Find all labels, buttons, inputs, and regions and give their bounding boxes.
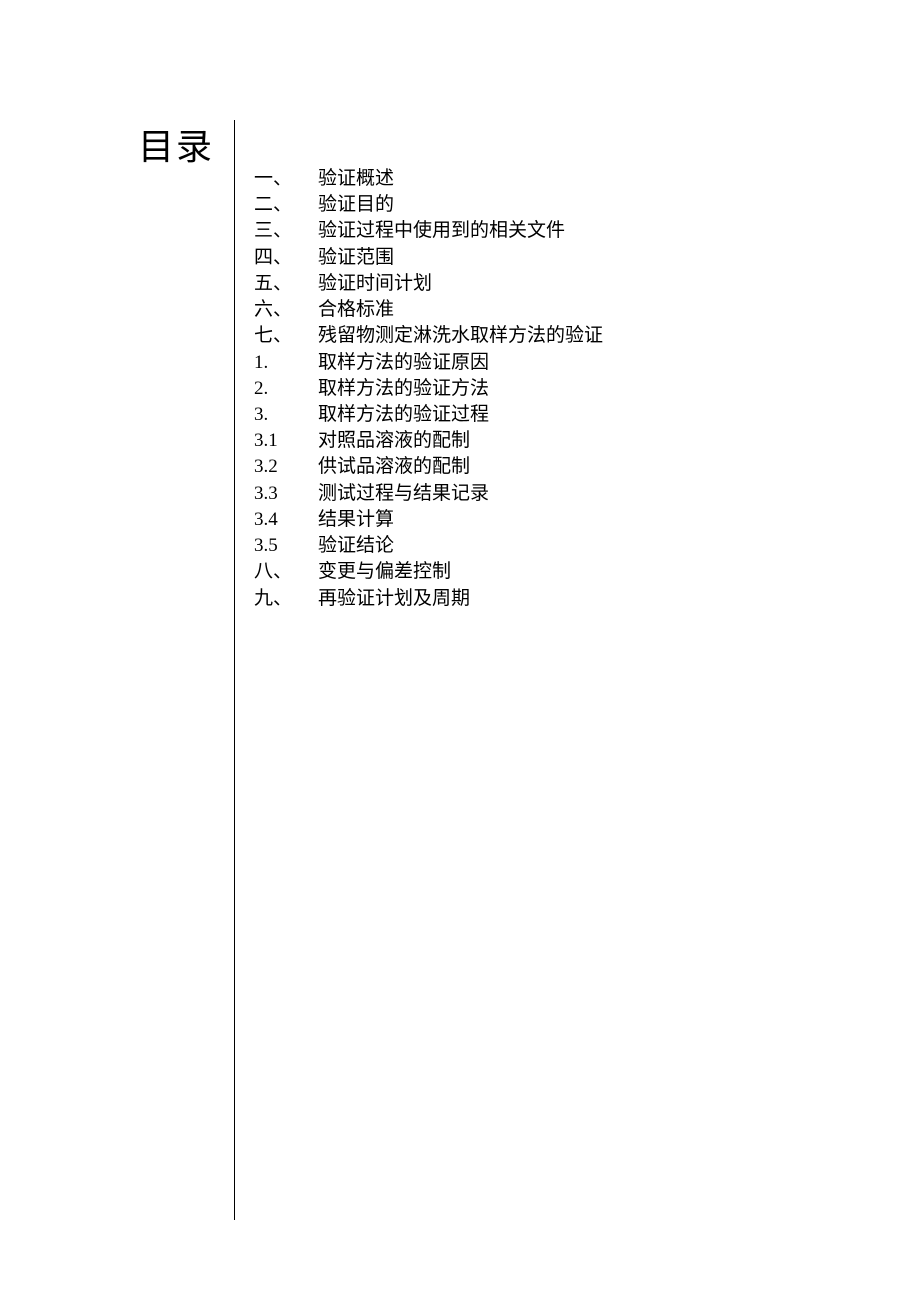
toc-item: 3.2 供试品溶液的配制 bbox=[254, 454, 603, 480]
toc-number: 3.2 bbox=[254, 454, 318, 480]
toc-text: 测试过程与结果记录 bbox=[318, 481, 489, 507]
toc-item: 3. 取样方法的验证过程 bbox=[254, 402, 603, 428]
toc-item: 1. 取样方法的验证原因 bbox=[254, 350, 603, 376]
toc-number: 六、 bbox=[254, 297, 318, 323]
toc-number: 七、 bbox=[254, 323, 318, 349]
toc-text: 取样方法的验证过程 bbox=[318, 402, 489, 428]
toc-item: 八、 变更与偏差控制 bbox=[254, 559, 603, 585]
toc-number: 一、 bbox=[254, 166, 318, 192]
toc-number: 八、 bbox=[254, 559, 318, 585]
toc-number: 3.3 bbox=[254, 481, 318, 507]
toc-text: 验证过程中使用到的相关文件 bbox=[318, 218, 565, 244]
toc-text: 供试品溶液的配制 bbox=[318, 454, 470, 480]
toc-number: 3.1 bbox=[254, 428, 318, 454]
toc-text: 取样方法的验证方法 bbox=[318, 376, 489, 402]
toc-text: 合格标准 bbox=[318, 297, 394, 323]
toc-number: 五、 bbox=[254, 271, 318, 297]
toc-item: 3.3 测试过程与结果记录 bbox=[254, 481, 603, 507]
toc-text: 验证结论 bbox=[318, 533, 394, 559]
toc-number: 三、 bbox=[254, 218, 318, 244]
toc-text: 残留物测定淋洗水取样方法的验证 bbox=[318, 323, 603, 349]
toc-text: 取样方法的验证原因 bbox=[318, 350, 489, 376]
toc-item: 七、 残留物测定淋洗水取样方法的验证 bbox=[254, 323, 603, 349]
toc-text: 变更与偏差控制 bbox=[318, 559, 451, 585]
toc-text: 验证目的 bbox=[318, 192, 394, 218]
toc-text: 结果计算 bbox=[318, 507, 394, 533]
toc-text: 再验证计划及周期 bbox=[318, 586, 470, 612]
toc-number: 3.5 bbox=[254, 533, 318, 559]
toc-text: 对照品溶液的配制 bbox=[318, 428, 470, 454]
toc-text: 验证概述 bbox=[318, 166, 394, 192]
toc-list: 一、 验证概述 二、 验证目的 三、 验证过程中使用到的相关文件 四、 验证范围… bbox=[254, 166, 603, 612]
toc-item: 2. 取样方法的验证方法 bbox=[254, 376, 603, 402]
vertical-divider bbox=[234, 120, 235, 1220]
toc-item: 九、 再验证计划及周期 bbox=[254, 586, 603, 612]
toc-number: 3. bbox=[254, 402, 318, 428]
toc-item: 三、 验证过程中使用到的相关文件 bbox=[254, 218, 603, 244]
toc-item: 四、 验证范围 bbox=[254, 245, 603, 271]
toc-number: 二、 bbox=[254, 192, 318, 218]
toc-number: 2. bbox=[254, 376, 318, 402]
toc-number: 1. bbox=[254, 350, 318, 376]
toc-item: 五、 验证时间计划 bbox=[254, 271, 603, 297]
toc-item: 3.4 结果计算 bbox=[254, 507, 603, 533]
toc-item: 3.5 验证结论 bbox=[254, 533, 603, 559]
toc-item: 一、 验证概述 bbox=[254, 166, 603, 192]
toc-item: 二、 验证目的 bbox=[254, 192, 603, 218]
toc-number: 九、 bbox=[254, 586, 318, 612]
toc-number: 3.4 bbox=[254, 507, 318, 533]
toc-item: 六、 合格标准 bbox=[254, 297, 603, 323]
toc-text: 验证范围 bbox=[318, 245, 394, 271]
page-title: 目录 bbox=[138, 118, 214, 170]
toc-text: 验证时间计划 bbox=[318, 271, 432, 297]
toc-item: 3.1 对照品溶液的配制 bbox=[254, 428, 603, 454]
toc-number: 四、 bbox=[254, 245, 318, 271]
